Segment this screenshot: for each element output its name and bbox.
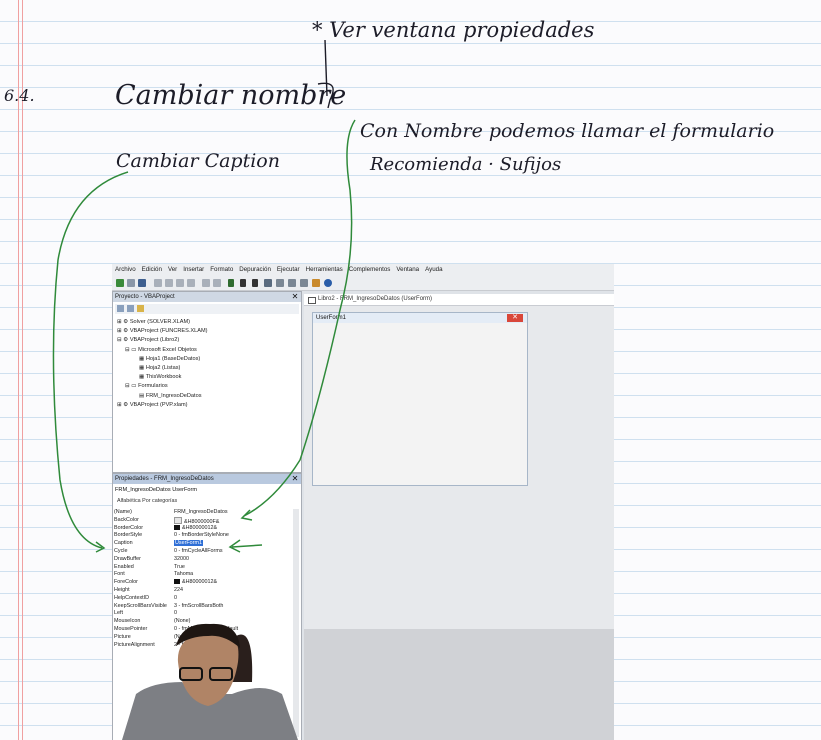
green-arrows <box>52 119 356 553</box>
arrow-to-caption <box>52 171 129 549</box>
ink-annotations <box>52 39 356 553</box>
ink-strokes <box>317 39 334 109</box>
asterisk-stroke <box>324 39 328 97</box>
arrow-to-name <box>243 119 356 517</box>
pointer-stroke <box>317 82 334 109</box>
arrow-to-caption-value <box>228 539 263 553</box>
